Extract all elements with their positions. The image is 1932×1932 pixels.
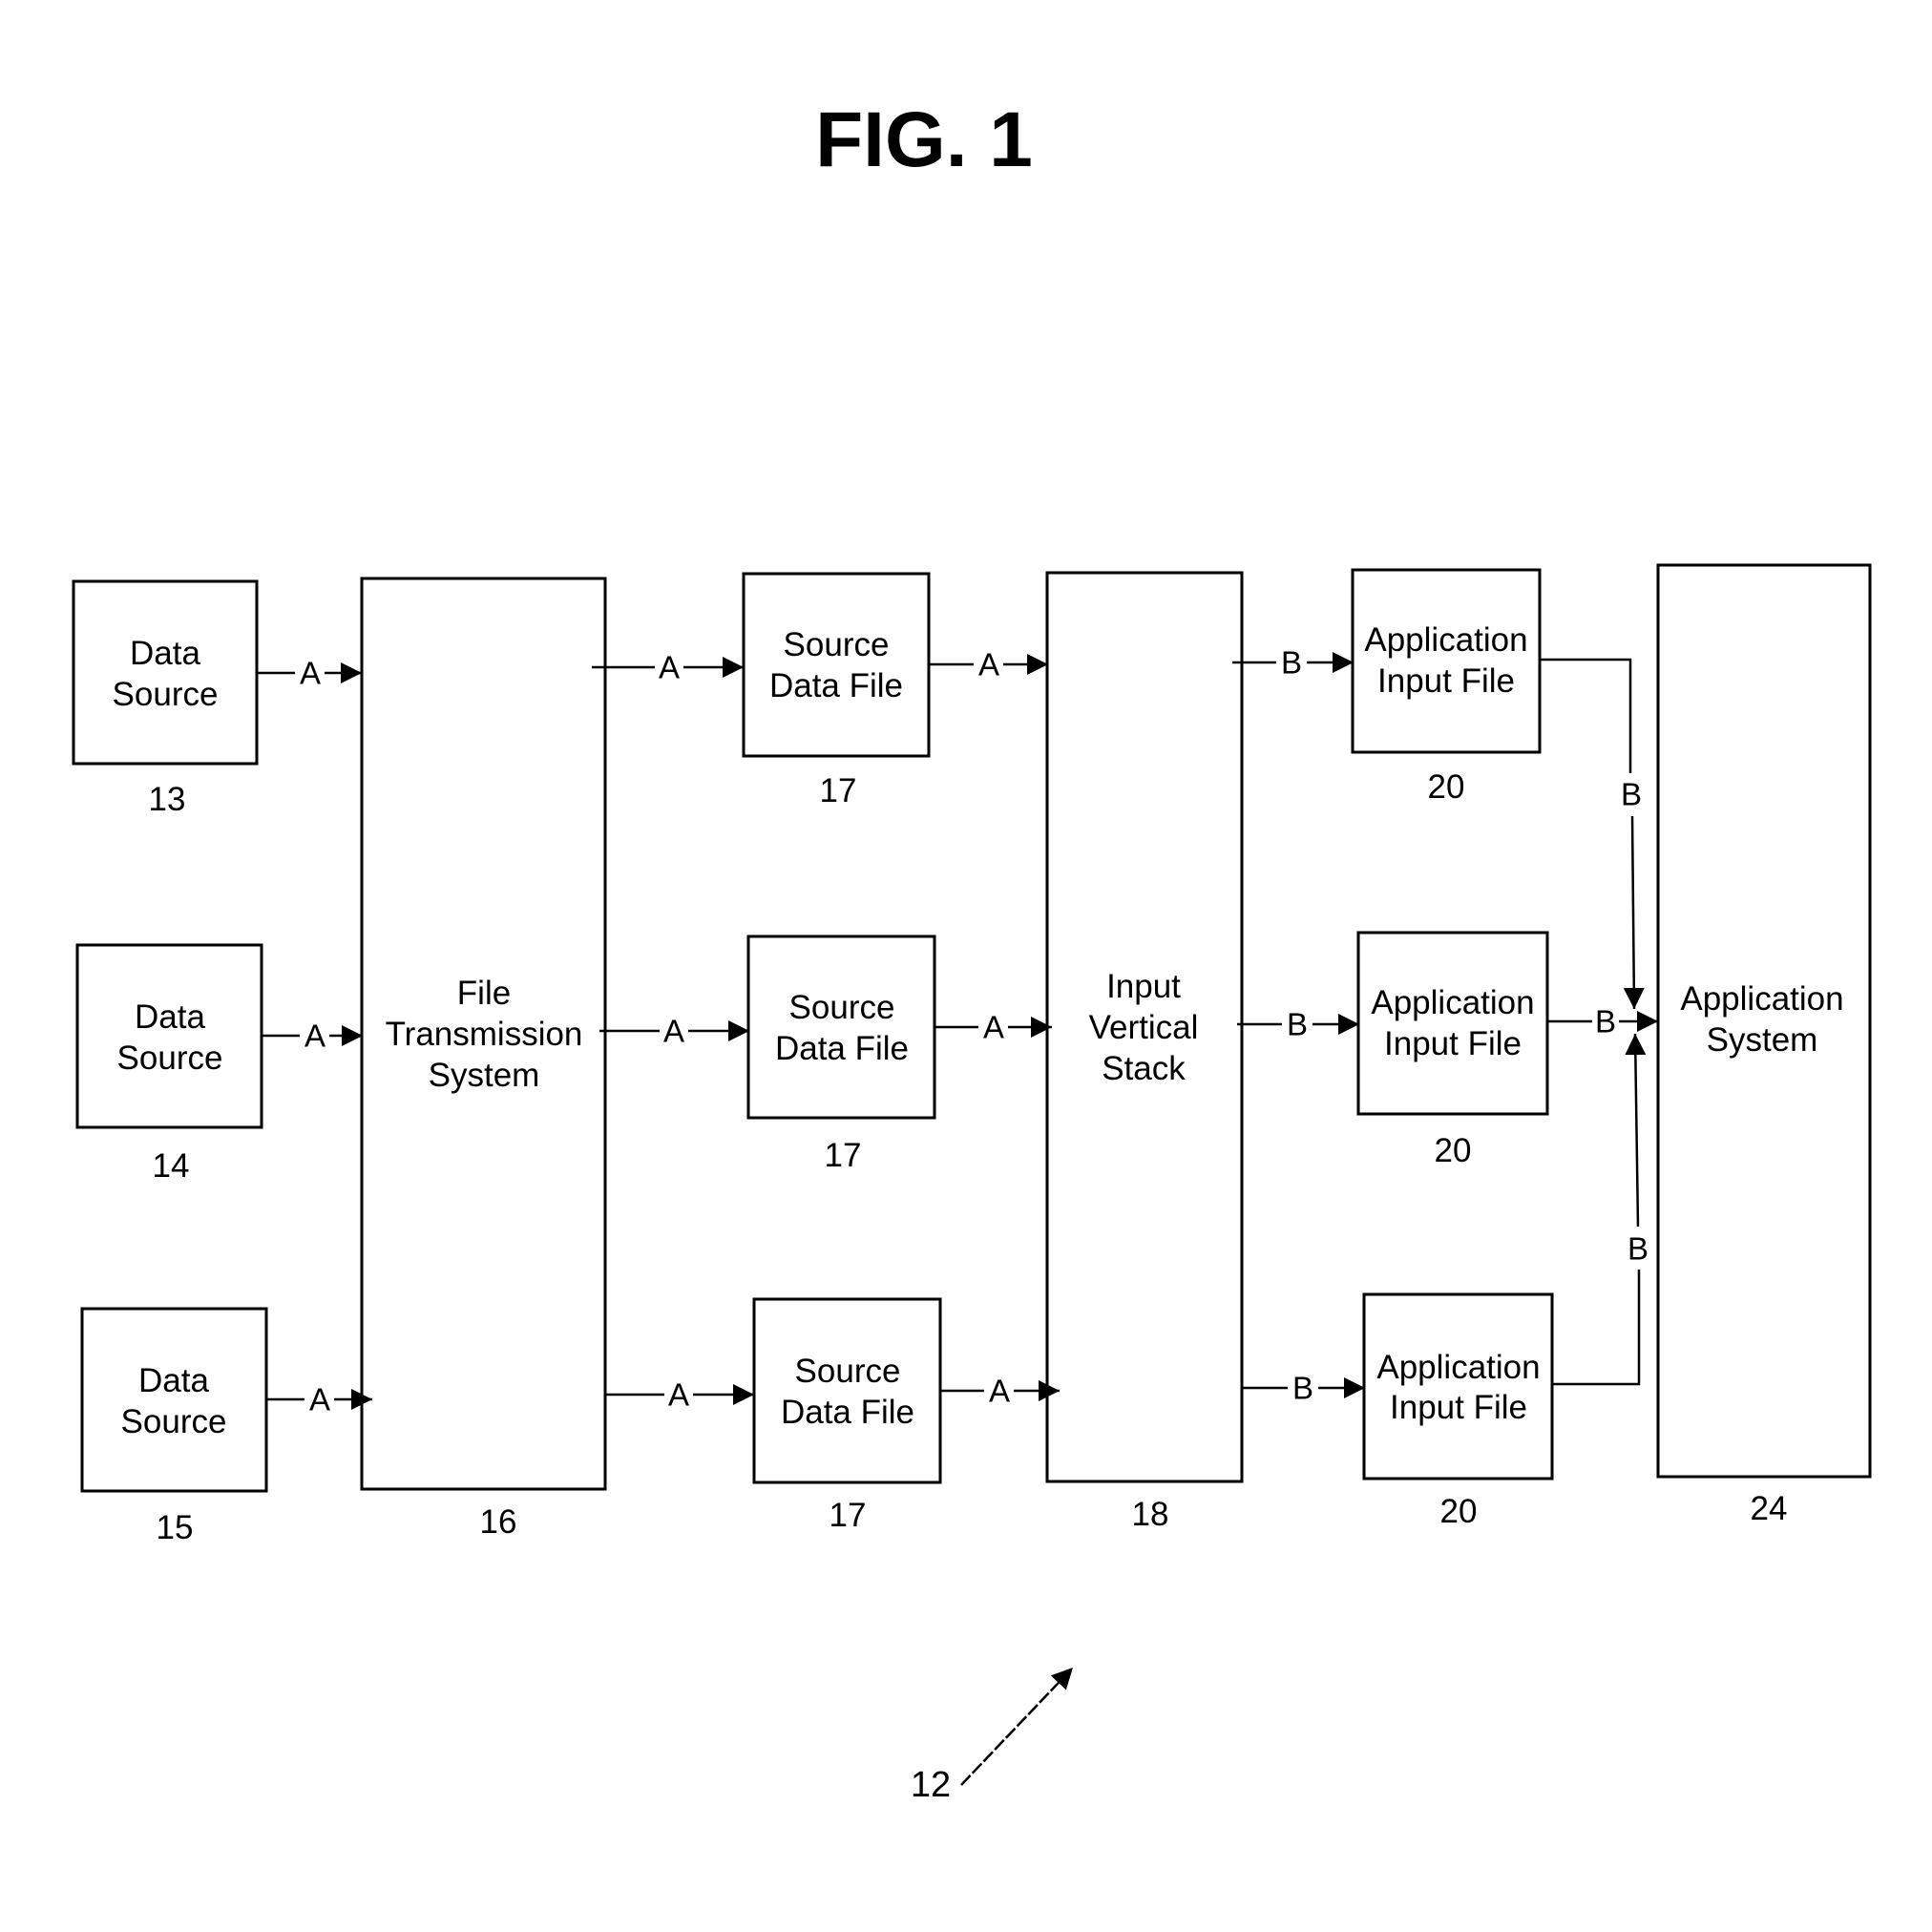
input-vertical-stack-ref: 18 — [1132, 1496, 1169, 1533]
connector-ds15-fts: A — [266, 1382, 372, 1418]
connector-ivs-aif2: B — [1237, 1007, 1359, 1042]
connector-label: B — [1621, 777, 1642, 812]
connector-label: A — [989, 1374, 1010, 1409]
source-data-file-2-label-line2: Data File — [775, 1030, 909, 1067]
file-transmission-system-block: File Transmission System 16 — [360, 577, 607, 1541]
application-system-label-line1: Application — [1680, 980, 1843, 1018]
data-source-13-box — [72, 579, 259, 766]
data-source-13-label-line2: Source — [113, 676, 219, 713]
application-input-file-1-label-line2: Input File — [1377, 662, 1515, 700]
source-data-file-1-label-line2: Data File — [769, 667, 903, 704]
source-data-file-3-label-line1: Source — [795, 1353, 901, 1390]
file-transmission-ref: 16 — [480, 1503, 517, 1541]
application-input-file-2-block: Application Input File 20 — [1356, 931, 1549, 1169]
source-data-file-3-box — [752, 1297, 942, 1484]
data-source-14-ref: 14 — [153, 1147, 190, 1185]
data-source-14-box — [75, 943, 263, 1129]
application-input-file-3-block: Application Input File 20 — [1362, 1292, 1554, 1530]
source-data-file-1-ref: 17 — [820, 772, 857, 809]
connector-fts-sdf3: A — [605, 1377, 754, 1413]
figure-reference-number: 12 — [911, 1765, 951, 1805]
connector-label: A — [309, 1382, 330, 1418]
data-source-15-label-line1: Data — [138, 1362, 209, 1399]
connector-aif3-as: B — [1552, 1033, 1648, 1386]
data-source-15-ref: 15 — [157, 1509, 194, 1546]
file-transmission-label-line1: File — [457, 975, 511, 1012]
source-data-file-3-ref: 17 — [830, 1497, 867, 1534]
source-data-file-2-box — [746, 934, 936, 1120]
connector-sdf2-ivs: A — [934, 1010, 1052, 1045]
application-input-file-2-label-line2: Input File — [1384, 1025, 1522, 1062]
connector-ivs-aif1: B — [1232, 645, 1354, 681]
connector-label: A — [978, 647, 999, 682]
connector-ds13-fts: A — [257, 656, 362, 691]
application-input-file-2-box — [1356, 931, 1549, 1116]
connector-ivs-aif3: B — [1242, 1371, 1365, 1406]
source-data-file-2-ref: 17 — [825, 1137, 862, 1174]
input-vertical-stack-label-line3: Stack — [1102, 1050, 1186, 1087]
file-transmission-label-line3: System — [429, 1057, 540, 1094]
connector-sdf1-ivs: A — [929, 647, 1048, 682]
source-data-file-1-block: Source Data File 17 — [742, 572, 931, 809]
application-input-file-1-label-line1: Application — [1364, 621, 1527, 659]
connector-label: B — [1287, 1007, 1308, 1042]
connector-label: A — [663, 1014, 684, 1049]
connector-label: A — [659, 650, 680, 685]
application-input-file-2-label-line1: Application — [1371, 984, 1534, 1021]
connector-label: B — [1628, 1231, 1648, 1267]
source-data-file-1-label-line1: Source — [784, 626, 890, 663]
connector-fts-sdf1: A — [592, 650, 744, 685]
source-data-file-2-block: Source Data File 17 — [746, 934, 936, 1174]
data-source-15-label-line2: Source — [121, 1403, 227, 1440]
application-system-block: Application System 24 — [1656, 563, 1872, 1527]
connector-label: B — [1281, 645, 1302, 681]
connector-label: A — [668, 1377, 689, 1413]
data-source-13-label-line1: Data — [130, 635, 200, 672]
application-input-file-3-label-line1: Application — [1376, 1349, 1540, 1386]
input-vertical-stack-label-line1: Input — [1106, 968, 1181, 1005]
input-vertical-stack-label-line2: Vertical — [1089, 1009, 1199, 1046]
file-transmission-label-line2: Transmission — [386, 1016, 583, 1053]
data-source-13-block: Data Source 13 — [72, 579, 259, 818]
connector-label: A — [983, 1010, 1004, 1045]
source-data-file-3-label-line2: Data File — [781, 1394, 914, 1431]
data-source-15-block: Data Source 15 — [80, 1307, 268, 1546]
application-input-file-2-ref: 20 — [1435, 1132, 1472, 1169]
connector-ds14-fts: A — [262, 1018, 363, 1054]
connector-sdf3-ivs: A — [940, 1374, 1060, 1409]
data-source-14-label-line2: Source — [117, 1040, 223, 1077]
application-system-label-line2: System — [1707, 1021, 1818, 1059]
data-source-13-ref: 13 — [149, 781, 186, 818]
application-input-file-1-block: Application Input File 20 — [1351, 568, 1542, 806]
application-input-file-3-ref: 20 — [1440, 1493, 1478, 1530]
figure-reference: 12 — [911, 1667, 1074, 1805]
system-block-diagram: FIG. 1 Data Source 13 Data Source 14 Dat… — [72, 96, 1872, 1805]
connector-aif2-as: B — [1547, 1004, 1658, 1040]
application-input-file-1-box — [1351, 568, 1542, 754]
connector-fts-sdf2: A — [599, 1014, 749, 1049]
application-input-file-3-label-line2: Input File — [1390, 1389, 1527, 1426]
connector-label: A — [304, 1018, 326, 1054]
data-source-15-box — [80, 1307, 268, 1493]
connector-label: B — [1292, 1371, 1313, 1406]
reference-pointer-arrow-icon — [960, 1667, 1074, 1786]
application-input-file-3-box — [1362, 1292, 1554, 1480]
data-source-14-label-line1: Data — [135, 998, 205, 1036]
data-source-14-block: Data Source 14 — [75, 943, 263, 1185]
figure-title: FIG. 1 — [815, 96, 1033, 183]
application-input-file-1-ref: 20 — [1428, 768, 1465, 806]
input-vertical-stack-block: Input Vertical Stack 18 — [1045, 571, 1244, 1533]
connector-label: A — [300, 656, 321, 691]
application-system-ref: 24 — [1751, 1490, 1788, 1527]
connector-label: B — [1595, 1004, 1616, 1040]
source-data-file-1-box — [742, 572, 931, 758]
source-data-file-2-label-line1: Source — [789, 989, 895, 1026]
connector-aif1-as: B — [1540, 658, 1645, 1010]
source-data-file-3-block: Source Data File 17 — [752, 1297, 942, 1534]
